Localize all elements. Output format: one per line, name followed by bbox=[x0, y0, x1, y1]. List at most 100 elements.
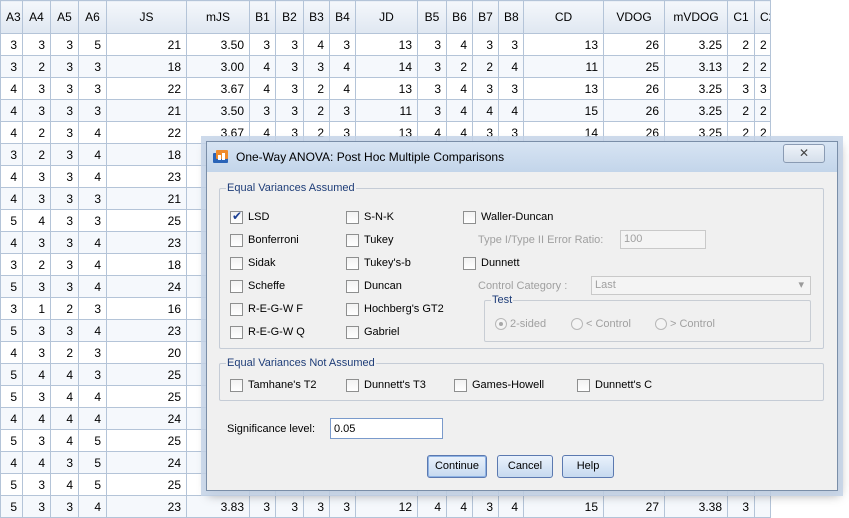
table-cell[interactable]: 3 bbox=[22, 341, 51, 364]
table-cell[interactable]: 4 bbox=[329, 77, 356, 100]
table-cell[interactable]: 13 bbox=[523, 77, 604, 100]
table-cell[interactable]: 5 bbox=[0, 385, 23, 408]
table-cell[interactable]: 3 bbox=[727, 77, 755, 100]
table-cell[interactable]: 26 bbox=[603, 77, 665, 100]
table-cell[interactable]: 3 bbox=[303, 495, 330, 518]
table-cell[interactable]: 3 bbox=[417, 99, 447, 122]
table-cell[interactable]: 3.67 bbox=[186, 77, 250, 100]
table-cell[interactable]: 5 bbox=[0, 429, 23, 452]
table-cell[interactable]: 1 bbox=[22, 297, 51, 320]
table-cell[interactable]: 3 bbox=[275, 77, 304, 100]
table-cell[interactable]: 23 bbox=[106, 495, 187, 518]
table-cell[interactable]: 20 bbox=[106, 341, 187, 364]
table-cell[interactable]: 3 bbox=[0, 143, 23, 166]
table-cell[interactable]: 4 bbox=[0, 99, 23, 122]
table-cell[interactable]: 3 bbox=[78, 55, 107, 78]
table-cell[interactable]: 4 bbox=[417, 495, 447, 518]
gabriel-checkbox[interactable]: Gabriel bbox=[346, 326, 399, 339]
table-cell[interactable]: 12 bbox=[355, 495, 418, 518]
table-cell[interactable]: 3 bbox=[472, 495, 499, 518]
column-header[interactable]: C2 bbox=[754, 0, 771, 34]
significance-level-input[interactable] bbox=[330, 418, 443, 439]
table-cell[interactable]: 4 bbox=[78, 231, 107, 254]
table-cell[interactable]: 3 bbox=[329, 33, 356, 56]
control-category-select[interactable]: Last ▾ bbox=[591, 276, 811, 295]
table-cell[interactable]: 21 bbox=[106, 99, 187, 122]
table-cell[interactable]: 3 bbox=[329, 495, 356, 518]
table-cell[interactable]: 3 bbox=[417, 55, 447, 78]
table-cell[interactable]: 4 bbox=[78, 319, 107, 342]
table-cell[interactable]: 3 bbox=[417, 33, 447, 56]
table-cell[interactable]: 3 bbox=[22, 319, 51, 342]
table-cell[interactable]: 2 bbox=[727, 99, 755, 122]
table-cell[interactable]: 21 bbox=[106, 33, 187, 56]
table-cell[interactable]: 3 bbox=[78, 209, 107, 232]
table-cell[interactable]: 3 bbox=[0, 253, 23, 276]
dialog-titlebar[interactable]: One-Way ANOVA: Post Hoc Multiple Compari… bbox=[207, 142, 837, 172]
table-cell[interactable]: 3 bbox=[0, 55, 23, 78]
table-cell[interactable]: 4 bbox=[0, 341, 23, 364]
table-cell[interactable]: 4 bbox=[446, 77, 473, 100]
table-cell[interactable]: 2 bbox=[22, 253, 51, 276]
table-cell[interactable]: 3 bbox=[22, 165, 51, 188]
table-cell[interactable]: 4 bbox=[22, 451, 51, 474]
table-cell[interactable]: 3 bbox=[329, 99, 356, 122]
table-cell[interactable]: 3 bbox=[275, 55, 304, 78]
column-header[interactable]: JS bbox=[106, 0, 187, 34]
table-cell[interactable]: 3 bbox=[22, 429, 51, 452]
column-header[interactable]: A6 bbox=[78, 0, 107, 34]
duncan-checkbox[interactable]: Duncan bbox=[346, 280, 402, 293]
less-than-control-radio[interactable]: < Control bbox=[571, 318, 631, 331]
table-cell[interactable]: 3 bbox=[249, 33, 276, 56]
column-header[interactable]: B3 bbox=[303, 0, 330, 34]
table-cell[interactable]: 16 bbox=[106, 297, 187, 320]
table-cell[interactable]: 3 bbox=[50, 187, 79, 210]
table-cell[interactable]: 3 bbox=[22, 275, 51, 298]
table-cell[interactable]: 3 bbox=[275, 495, 304, 518]
table-cell[interactable]: 25 bbox=[106, 209, 187, 232]
table-cell[interactable]: 3 bbox=[50, 143, 79, 166]
table-cell[interactable]: 4 bbox=[78, 165, 107, 188]
column-header[interactable]: A5 bbox=[50, 0, 79, 34]
table-cell[interactable]: 2 bbox=[22, 121, 51, 144]
table-cell[interactable]: 3 bbox=[275, 99, 304, 122]
table-cell[interactable]: 3 bbox=[498, 33, 524, 56]
table-cell[interactable]: 3 bbox=[78, 341, 107, 364]
table-cell[interactable]: 3 bbox=[472, 33, 499, 56]
table-cell[interactable]: 3 bbox=[249, 99, 276, 122]
table-cell[interactable]: 25 bbox=[106, 473, 187, 496]
table-cell[interactable]: 24 bbox=[106, 407, 187, 430]
dunnett-c-checkbox[interactable]: Dunnett's C bbox=[577, 379, 652, 392]
table-cell[interactable]: 3 bbox=[50, 99, 79, 122]
column-header[interactable]: A3 bbox=[0, 0, 23, 34]
table-cell[interactable]: 3 bbox=[22, 33, 51, 56]
regwf-checkbox[interactable]: R-E-G-W F bbox=[230, 303, 303, 316]
tamhane-checkbox[interactable]: Tamhane's T2 bbox=[230, 379, 317, 392]
table-cell[interactable]: 23 bbox=[106, 231, 187, 254]
tukey-checkbox[interactable]: Tukey bbox=[346, 234, 394, 247]
table-cell[interactable]: 3.00 bbox=[186, 55, 250, 78]
table-cell[interactable]: 23 bbox=[106, 165, 187, 188]
table-cell[interactable]: 3 bbox=[50, 451, 79, 474]
table-cell[interactable]: 4 bbox=[22, 209, 51, 232]
table-cell[interactable]: 3.13 bbox=[664, 55, 728, 78]
table-cell[interactable]: 4 bbox=[78, 253, 107, 276]
table-cell[interactable]: 3 bbox=[22, 231, 51, 254]
column-header[interactable]: B1 bbox=[249, 0, 276, 34]
column-header[interactable]: B2 bbox=[275, 0, 304, 34]
table-cell[interactable]: 4 bbox=[78, 143, 107, 166]
table-cell[interactable]: 15 bbox=[523, 495, 604, 518]
table-cell[interactable]: 4 bbox=[22, 363, 51, 386]
table-cell[interactable]: 22 bbox=[106, 77, 187, 100]
column-header[interactable]: JD bbox=[355, 0, 418, 34]
table-cell[interactable]: 3 bbox=[0, 297, 23, 320]
table-cell[interactable]: 13 bbox=[355, 77, 418, 100]
table-cell[interactable]: 2 bbox=[754, 99, 771, 122]
table-cell[interactable]: 4 bbox=[446, 33, 473, 56]
table-cell[interactable]: 3.25 bbox=[664, 33, 728, 56]
table-cell[interactable]: 3.25 bbox=[664, 99, 728, 122]
sidak-checkbox[interactable]: Sidak bbox=[230, 257, 276, 270]
table-cell[interactable]: 3 bbox=[275, 33, 304, 56]
table-cell[interactable]: 3 bbox=[249, 495, 276, 518]
table-cell[interactable]: 3 bbox=[727, 495, 755, 518]
